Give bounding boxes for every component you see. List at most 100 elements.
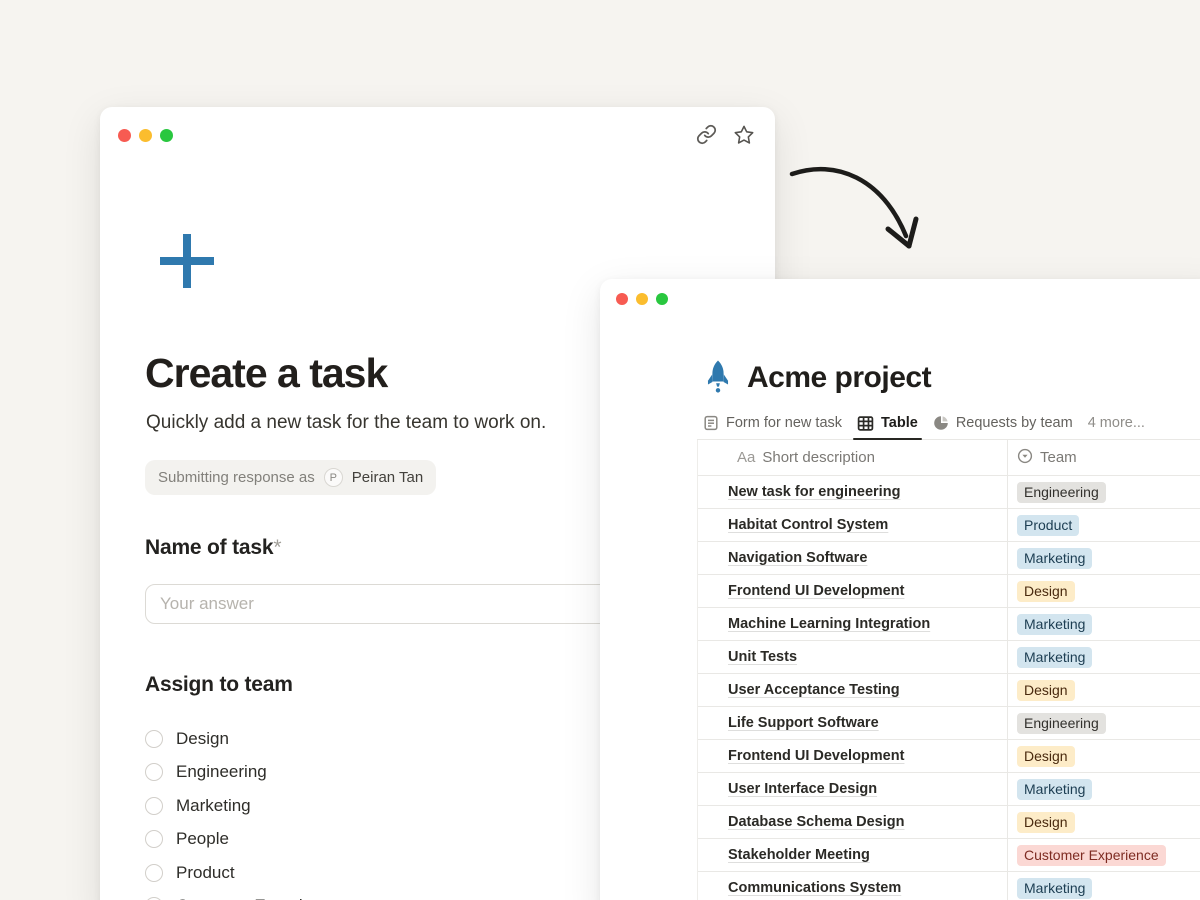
- name-of-task-label: Name of task*: [145, 536, 281, 560]
- radio-button-icon[interactable]: [145, 797, 163, 815]
- cell-team[interactable]: Marketing: [1007, 878, 1092, 899]
- team-option-label: Design: [176, 729, 229, 749]
- cell-team[interactable]: Product: [1007, 515, 1079, 536]
- table-row[interactable]: Stakeholder Meeting Customer Experience: [697, 839, 1200, 872]
- cell-team[interactable]: Design: [1007, 581, 1075, 602]
- cell-team[interactable]: Engineering: [1007, 713, 1106, 734]
- plus-icon: [158, 232, 216, 295]
- curved-arrow-annotation: [778, 142, 938, 272]
- table-row[interactable]: Communications System Marketing: [697, 872, 1200, 900]
- radio-button-icon[interactable]: [145, 730, 163, 748]
- cell-team[interactable]: Design: [1007, 746, 1075, 767]
- team-option[interactable]: Design: [145, 722, 339, 756]
- cell-short-description[interactable]: Navigation Software: [697, 550, 1007, 566]
- radio-button-icon[interactable]: [145, 864, 163, 882]
- cell-team[interactable]: Engineering: [1007, 482, 1106, 503]
- team-tag[interactable]: Design: [1017, 812, 1075, 833]
- cell-short-description[interactable]: Habitat Control System: [697, 517, 1007, 533]
- table-icon: [857, 415, 874, 432]
- close-window-button[interactable]: [118, 129, 131, 142]
- team-tag[interactable]: Engineering: [1017, 713, 1106, 734]
- table-row[interactable]: Habitat Control System Product: [697, 509, 1200, 542]
- cell-short-description[interactable]: Frontend UI Development: [697, 583, 1007, 599]
- cell-short-description[interactable]: Machine Learning Integration: [697, 616, 1007, 632]
- assign-to-team-label: Assign to team: [145, 673, 293, 697]
- table-row[interactable]: User Acceptance Testing Design: [697, 674, 1200, 707]
- table-row[interactable]: Unit Tests Marketing: [697, 641, 1200, 674]
- team-option[interactable]: Marketing: [145, 789, 339, 823]
- table-row[interactable]: Life Support Software Engineering: [697, 707, 1200, 740]
- team-tag[interactable]: Product: [1017, 515, 1079, 536]
- cell-short-description[interactable]: User Acceptance Testing: [697, 682, 1007, 698]
- team-tag[interactable]: Design: [1017, 746, 1075, 767]
- cell-short-description[interactable]: Life Support Software: [697, 715, 1007, 731]
- column-header-team[interactable]: Team: [1007, 448, 1077, 468]
- table-row[interactable]: Frontend UI Development Design: [697, 740, 1200, 773]
- team-tag[interactable]: Marketing: [1017, 614, 1092, 635]
- minimize-window-button[interactable]: [139, 129, 152, 142]
- text-property-icon: Aa: [737, 449, 755, 466]
- cell-team[interactable]: Design: [1007, 812, 1075, 833]
- cell-short-description[interactable]: User Interface Design: [697, 781, 1007, 797]
- radio-button-icon[interactable]: [145, 763, 163, 781]
- copy-link-icon[interactable]: [696, 124, 717, 145]
- cell-team[interactable]: Marketing: [1007, 614, 1092, 635]
- required-marker: *: [273, 536, 281, 559]
- team-tag[interactable]: Marketing: [1017, 878, 1092, 899]
- team-option-label: Engineering: [176, 762, 267, 782]
- tab-table[interactable]: Table: [857, 407, 918, 439]
- team-option[interactable]: Product: [145, 856, 339, 890]
- cell-short-description[interactable]: Unit Tests: [697, 649, 1007, 665]
- table-row[interactable]: User Interface Design Marketing: [697, 773, 1200, 806]
- zoom-window-button[interactable]: [656, 293, 668, 305]
- table-row[interactable]: New task for engineering Engineering: [697, 476, 1200, 509]
- table-left-divider: [697, 440, 698, 900]
- database-table: Aa Short description Team New task for e…: [697, 440, 1200, 900]
- favorite-star-icon[interactable]: [733, 124, 755, 146]
- cell-team[interactable]: Design: [1007, 680, 1075, 701]
- team-tag[interactable]: Design: [1017, 581, 1075, 602]
- cell-short-description[interactable]: Stakeholder Meeting: [697, 847, 1007, 863]
- team-option-label: Customer Experience: [176, 896, 339, 900]
- team-tag[interactable]: Customer Experience: [1017, 845, 1166, 866]
- team-tag[interactable]: Marketing: [1017, 779, 1092, 800]
- team-tag[interactable]: Marketing: [1017, 548, 1092, 569]
- team-option[interactable]: Engineering: [145, 756, 339, 790]
- team-option[interactable]: People: [145, 823, 339, 857]
- cell-team[interactable]: Marketing: [1007, 647, 1092, 668]
- team-tag[interactable]: Design: [1017, 680, 1075, 701]
- cell-short-description[interactable]: Communications System: [697, 880, 1007, 896]
- select-property-icon: [1017, 448, 1033, 468]
- tab-more-views[interactable]: 4 more...: [1088, 407, 1145, 439]
- tab-label: Requests by team: [956, 415, 1073, 431]
- table-row[interactable]: Navigation Software Marketing: [697, 542, 1200, 575]
- desktop-background: Create a task Quickly add a new task for…: [0, 0, 1200, 900]
- column-header-label: Short description: [762, 449, 875, 466]
- form-icon: [703, 415, 719, 431]
- zoom-window-button[interactable]: [160, 129, 173, 142]
- cell-short-description[interactable]: New task for engineering: [697, 484, 1007, 500]
- acme-project-window: Acme project Form for new task: [600, 279, 1200, 900]
- user-name: Peiran Tan: [352, 469, 423, 486]
- team-option-label: Product: [176, 863, 235, 883]
- cell-team[interactable]: Marketing: [1007, 779, 1092, 800]
- team-option[interactable]: Customer Experience: [145, 890, 339, 900]
- cell-short-description[interactable]: Database Schema Design: [697, 814, 1007, 830]
- column-divider: [1007, 440, 1008, 900]
- cell-team[interactable]: Marketing: [1007, 548, 1092, 569]
- cell-short-description[interactable]: Frontend UI Development: [697, 748, 1007, 764]
- cell-team[interactable]: Customer Experience: [1007, 845, 1166, 866]
- team-tag[interactable]: Marketing: [1017, 647, 1092, 668]
- table-row[interactable]: Frontend UI Development Design: [697, 575, 1200, 608]
- submitting-as-label: Submitting response as: [158, 469, 315, 486]
- tab-requests-by-team[interactable]: Requests by team: [933, 407, 1073, 439]
- radio-button-icon[interactable]: [145, 830, 163, 848]
- minimize-window-button[interactable]: [636, 293, 648, 305]
- tab-form-for-new-task[interactable]: Form for new task: [703, 407, 842, 439]
- team-tag[interactable]: Engineering: [1017, 482, 1106, 503]
- pie-chart-icon: [933, 415, 949, 431]
- column-header-short-description[interactable]: Aa Short description: [697, 449, 1007, 466]
- table-row[interactable]: Database Schema Design Design: [697, 806, 1200, 839]
- close-window-button[interactable]: [616, 293, 628, 305]
- table-row[interactable]: Machine Learning Integration Marketing: [697, 608, 1200, 641]
